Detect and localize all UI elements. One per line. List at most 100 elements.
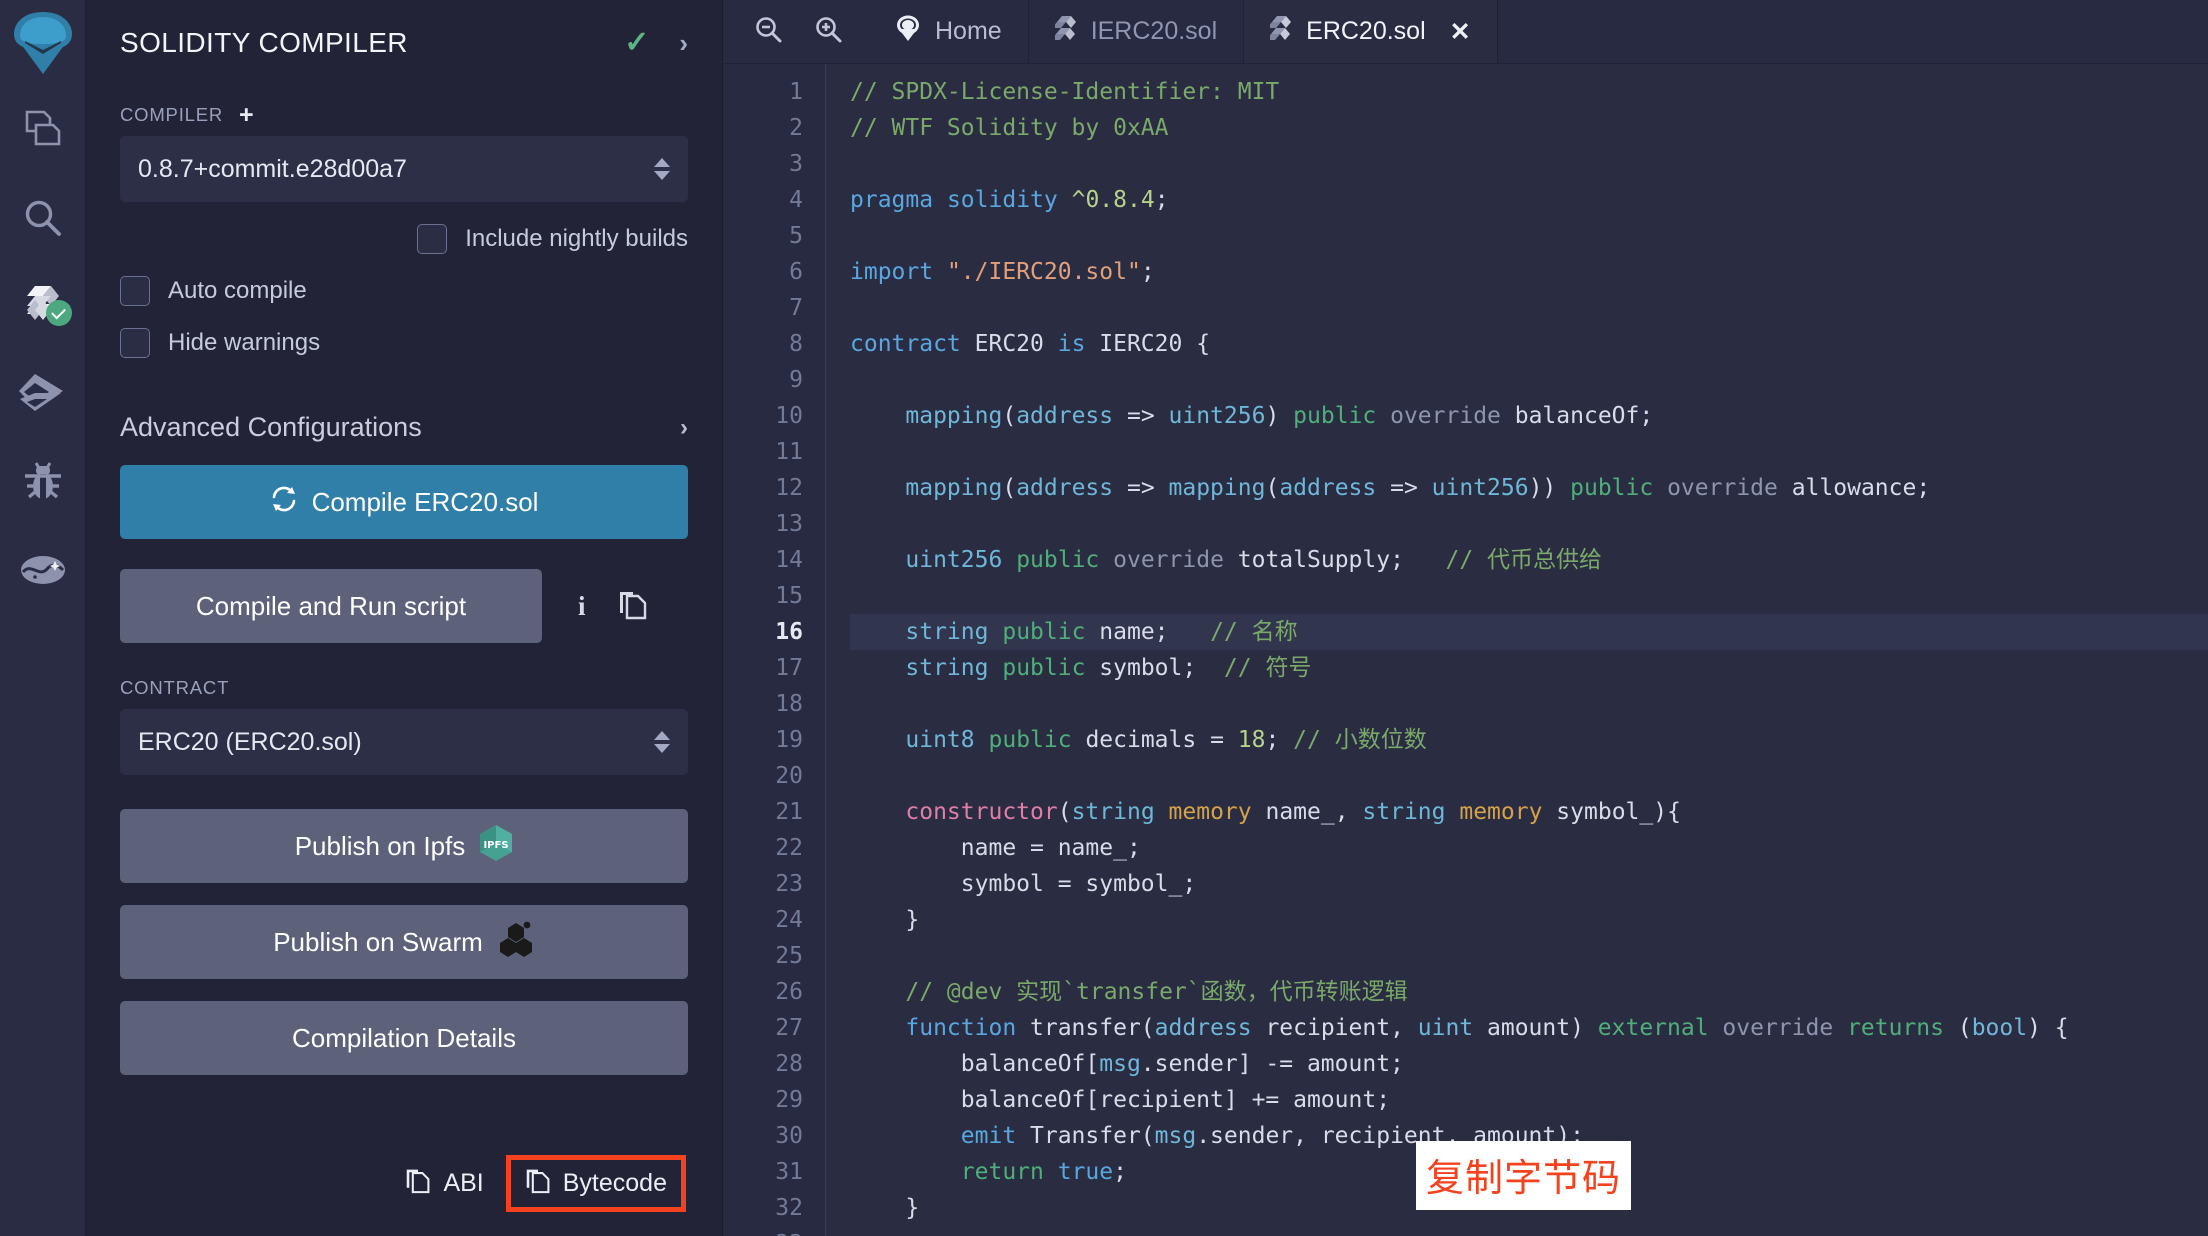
include-nightly-builds-row[interactable]: Include nightly builds	[120, 224, 688, 254]
advanced-configurations-toggle[interactable]: Advanced Configurations ›	[120, 412, 688, 443]
code-line[interactable]	[850, 938, 2208, 974]
zoom-in-icon[interactable]	[813, 14, 843, 49]
auto-compile-row[interactable]: Auto compile	[120, 276, 688, 306]
sidebar-item-file-explorers[interactable]	[0, 86, 86, 174]
code-line[interactable]	[850, 578, 2208, 614]
close-icon[interactable]: ✕	[1450, 17, 1471, 47]
code-line[interactable]: // SPDX-License-Identifier: MIT	[850, 74, 2208, 110]
line-number: 5	[789, 223, 803, 249]
solidity-compiler-panel: SOLIDITY COMPILER ✓ › COMPILER + 0.8.7+c…	[86, 0, 723, 1236]
code-line[interactable]	[850, 290, 2208, 326]
line-number-gutter: 1 2 3 4 5 6 7 8 9 10 11 12 13 14 15 16 17 18 19 20 21 22 23 24 2…	[723, 64, 825, 1236]
plugin-icon-rail	[0, 0, 86, 1236]
code-line[interactable]	[850, 434, 2208, 470]
swarm-logo-icon	[497, 921, 535, 964]
line-number: 13	[775, 511, 803, 537]
plus-icon[interactable]: +	[235, 103, 258, 128]
zoom-out-icon[interactable]	[753, 14, 783, 49]
line-number: 15	[775, 583, 803, 609]
contract-select[interactable]: ERC20 (ERC20.sol)	[120, 709, 688, 775]
annotation-copy-bytecode: 复制字节码	[1416, 1141, 1632, 1210]
remix-logo[interactable]	[0, 0, 86, 86]
tab-home[interactable]: Home	[869, 0, 1029, 63]
line-number: 14	[775, 547, 803, 573]
check-icon[interactable]: ✓	[624, 28, 649, 58]
code-line[interactable]: symbol = symbol_;	[850, 866, 2208, 902]
code-line[interactable]: // WTF Solidity by 0xAA	[850, 110, 2208, 146]
sidebar-item-plugin-manager[interactable]	[0, 526, 86, 614]
code-line[interactable]: mapping(address => mapping(address => ui…	[850, 470, 2208, 506]
code-line[interactable]: // @dev 实现`transfer`函数，代币转账逻辑	[850, 974, 2208, 1010]
copy-icon[interactable]	[618, 588, 648, 625]
code-line[interactable]: balanceOf[msg.sender] -= amount;	[850, 1046, 2208, 1082]
auto-compile-label: Auto compile	[168, 277, 307, 304]
line-number: 1	[789, 79, 803, 105]
compilation-details-label: Compilation Details	[292, 1022, 516, 1053]
info-icon[interactable]: i	[578, 591, 586, 622]
line-number: 11	[775, 439, 803, 465]
hide-warnings-row[interactable]: Hide warnings	[120, 328, 688, 358]
code-line[interactable]	[850, 146, 2208, 182]
code-line[interactable]: constructor(string memory name_, string …	[850, 794, 2208, 830]
line-number: 33	[723, 1226, 825, 1236]
line-number: 9	[789, 367, 803, 393]
code-line[interactable]	[850, 218, 2208, 254]
code-line[interactable]: name = name_;	[850, 830, 2208, 866]
code-line[interactable]: }	[850, 902, 2208, 938]
sidebar-item-deploy-and-run[interactable]	[0, 350, 86, 438]
code-content[interactable]: // SPDX-License-Identifier: MIT// WTF So…	[825, 64, 2208, 1236]
copy-artifacts-row: ABI Bytecode	[86, 1155, 722, 1212]
line-number: 8	[789, 331, 803, 357]
code-line[interactable]: import "./IERC20.sol";	[850, 254, 2208, 290]
compiler-version-select[interactable]: 0.8.7+commit.e28d00a7	[120, 136, 688, 202]
compiler-section-label: COMPILER +	[120, 103, 688, 128]
line-number: 27	[775, 1015, 803, 1041]
tab-erc20-sol[interactable]: ERC20.sol ✕	[1244, 0, 1498, 63]
code-line[interactable]	[850, 686, 2208, 722]
select-spinner-icon	[654, 158, 670, 180]
publish-on-ipfs-button[interactable]: Publish on Ipfs IPFS	[120, 809, 688, 883]
code-area: 1 2 3 4 5 6 7 8 9 10 11 12 13 14 15 16 17 18 19 20 21 22 23 24 2…	[723, 64, 2208, 1236]
sidebar-item-search-in-files[interactable]	[0, 174, 86, 262]
code-line[interactable]	[850, 758, 2208, 794]
copy-icon	[405, 1166, 431, 1201]
code-line[interactable]: mapping(address => uint256) public overr…	[850, 398, 2208, 434]
line-number: 23	[775, 871, 803, 897]
code-line[interactable]	[850, 506, 2208, 542]
publish-swarm-label: Publish on Swarm	[273, 926, 483, 957]
tab-ierc20-sol[interactable]: IERC20.sol	[1029, 0, 1245, 63]
sidebar-item-debugger[interactable]	[0, 438, 86, 526]
deploy-icon	[17, 371, 69, 417]
copy-abi-button[interactable]: ABI	[405, 1166, 484, 1201]
code-line[interactable]	[850, 1226, 2208, 1236]
hide-warnings-checkbox[interactable]	[120, 328, 150, 358]
include-nightly-label: Include nightly builds	[465, 225, 688, 252]
compilation-details-button[interactable]: Compilation Details	[120, 1001, 688, 1075]
line-number: 2	[789, 115, 803, 141]
code-line[interactable]: uint256 public override totalSupply; // …	[850, 542, 2208, 578]
code-line[interactable]	[850, 362, 2208, 398]
line-number: 19	[775, 727, 803, 753]
svg-text:IPFS: IPFS	[484, 840, 509, 851]
include-nightly-checkbox[interactable]	[417, 224, 448, 254]
select-spinner-icon	[654, 731, 670, 753]
copy-bytecode-button[interactable]: Bytecode	[505, 1155, 686, 1212]
line-number: 29	[775, 1087, 803, 1113]
code-line[interactable]: contract ERC20 is IERC20 {	[850, 326, 2208, 362]
line-number: 7	[789, 295, 803, 321]
code-line[interactable]: balanceOf[recipient] += amount;	[850, 1082, 2208, 1118]
auto-compile-checkbox[interactable]	[120, 276, 150, 306]
sidebar-item-solidity-compiler[interactable]	[0, 262, 86, 350]
code-line[interactable]: string public name; // 名称	[850, 614, 2208, 650]
compile-and-run-row: Compile and Run script i	[120, 569, 688, 643]
chevron-right-icon[interactable]: ›	[679, 28, 688, 59]
tab-home-label: Home	[935, 17, 1002, 45]
code-line[interactable]: string public symbol; // 符号	[850, 650, 2208, 686]
compile-and-run-button[interactable]: Compile and Run script	[120, 569, 542, 643]
code-line[interactable]: uint8 public decimals = 18; // 小数位数	[850, 722, 2208, 758]
compile-button[interactable]: Compile ERC20.sol	[120, 465, 688, 539]
code-line[interactable]: function transfer(address recipient, uin…	[850, 1010, 2208, 1046]
publish-on-swarm-button[interactable]: Publish on Swarm	[120, 905, 688, 979]
remix-home-icon	[895, 14, 921, 49]
code-line[interactable]: pragma solidity ^0.8.4;	[850, 182, 2208, 218]
